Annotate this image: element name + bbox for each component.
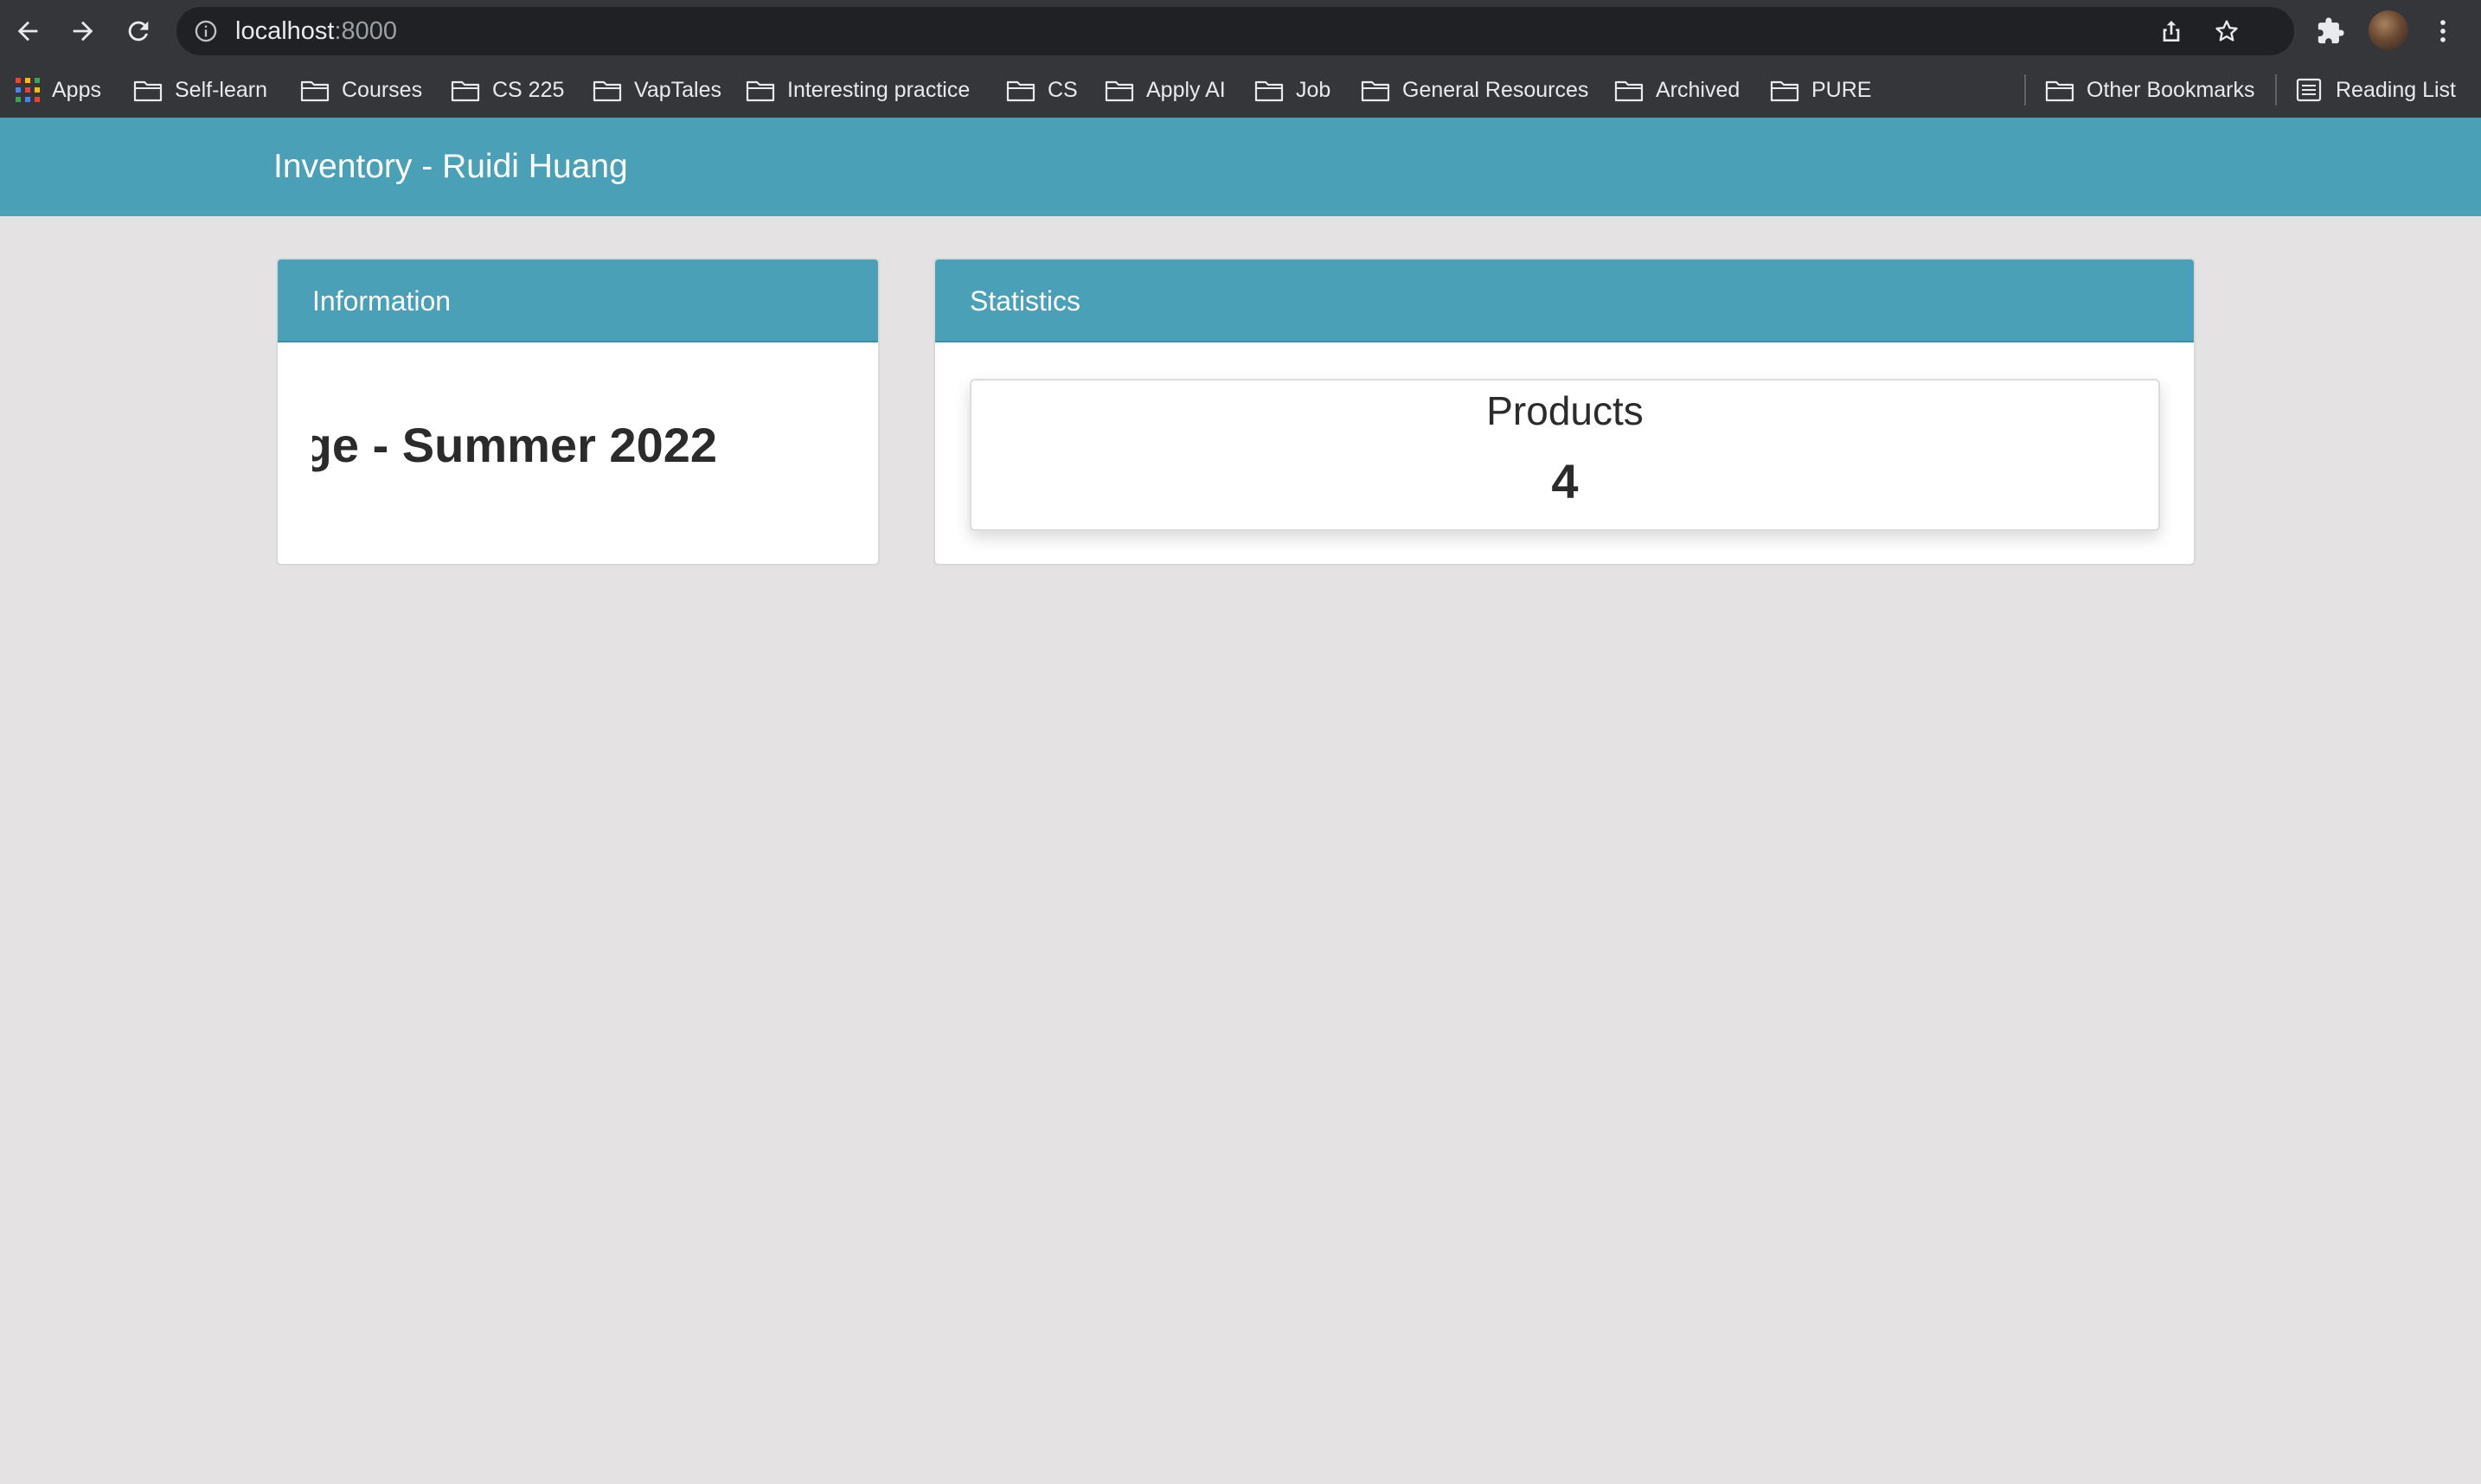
bookmark-folder[interactable]: Interesting practice bbox=[746, 62, 970, 118]
bookmark-label: Self-learn bbox=[175, 77, 267, 102]
more-vert-icon bbox=[2440, 20, 2446, 42]
bookmark-folder[interactable]: CS 225 bbox=[451, 62, 564, 118]
stat-tile-products: Products 4 bbox=[970, 379, 2160, 531]
bookmark-folder[interactable]: Job bbox=[1254, 62, 1330, 118]
card-body: Shopify Challenge - Summer 2022 bbox=[278, 342, 878, 564]
folder-icon bbox=[300, 80, 330, 102]
back-button[interactable] bbox=[7, 10, 48, 52]
reading-list-label: Reading List bbox=[2336, 77, 2456, 102]
bookmark-label: CS bbox=[1048, 77, 1078, 102]
bookmark-label: PURE bbox=[1811, 77, 1872, 102]
folder-icon bbox=[746, 80, 775, 102]
browser-toolbar: localhost:8000 bbox=[0, 0, 2481, 62]
folder-icon bbox=[1254, 80, 1284, 102]
other-bookmarks-label: Other Bookmarks bbox=[2087, 77, 2255, 102]
marquee-text: Shopify Challenge - Summer 2022 bbox=[312, 418, 717, 472]
arrow-right-icon bbox=[73, 21, 93, 42]
bookmark-label: Apply AI bbox=[1146, 77, 1226, 102]
bookmark-label: Apps bbox=[52, 77, 101, 102]
other-bookmarks[interactable]: Other Bookmarks bbox=[2045, 62, 2255, 118]
reload-icon bbox=[128, 21, 149, 42]
bookmark-folder[interactable]: CS bbox=[1006, 62, 1078, 118]
url-host: localhost bbox=[235, 17, 335, 45]
bookmarks-divider bbox=[2024, 74, 2026, 106]
card-title: Information bbox=[278, 259, 878, 342]
bookmark-folder[interactable]: Self-learn bbox=[133, 62, 267, 118]
url-text: localhost:8000 bbox=[235, 7, 397, 55]
folder-icon bbox=[133, 80, 163, 102]
folder-icon bbox=[1006, 80, 1035, 102]
reading-list-icon bbox=[2296, 78, 2322, 102]
reading-list[interactable]: Reading List bbox=[2294, 62, 2456, 118]
card-title: Statistics bbox=[935, 259, 2194, 342]
bookmarks-bar: Apps Self-learn Courses CS 225 VapTales … bbox=[0, 62, 2481, 118]
bookmark-folder[interactable]: Courses bbox=[300, 62, 422, 118]
forward-button[interactable] bbox=[62, 10, 104, 52]
app-brand[interactable]: Inventory - Ruidi Huang bbox=[273, 118, 628, 216]
folder-icon bbox=[451, 80, 480, 102]
folder-icon bbox=[1614, 80, 1644, 102]
folder-icon bbox=[2045, 80, 2074, 102]
bookmark-label: VapTales bbox=[634, 77, 721, 102]
apps-grid-icon bbox=[16, 78, 40, 102]
info-icon[interactable] bbox=[194, 19, 218, 43]
marquee-container: Shopify Challenge - Summer 2022 bbox=[312, 342, 849, 564]
folder-icon bbox=[593, 80, 622, 102]
bookmark-label: CS 225 bbox=[492, 77, 565, 102]
url-port: :8000 bbox=[334, 17, 398, 45]
address-bar[interactable]: localhost:8000 bbox=[176, 7, 2294, 55]
bookmark-label: General Resources bbox=[1402, 77, 1589, 102]
bookmark-label: Job bbox=[1296, 77, 1331, 102]
extensions-button[interactable] bbox=[2310, 10, 2351, 52]
folder-icon bbox=[1361, 80, 1390, 102]
bookmarks-divider bbox=[2275, 74, 2277, 106]
information-card: Information Shopify Challenge - Summer 2… bbox=[276, 258, 880, 566]
bookmark-folder[interactable]: VapTales bbox=[593, 62, 721, 118]
bookmark-apps[interactable]: Apps bbox=[16, 62, 101, 118]
bookmark-label: Courses bbox=[342, 77, 423, 102]
menu-button[interactable] bbox=[2422, 10, 2464, 52]
bookmark-folder[interactable]: Archived bbox=[1614, 62, 1740, 118]
bookmark-folder[interactable]: General Resources bbox=[1361, 62, 1588, 118]
stat-label: Products bbox=[1486, 388, 1644, 433]
star-icon[interactable] bbox=[2213, 17, 2241, 45]
bookmark-folder[interactable]: Apply AI bbox=[1105, 62, 1226, 118]
profile-avatar[interactable] bbox=[2369, 10, 2408, 50]
bookmark-label: Interesting practice bbox=[787, 77, 971, 102]
stat-value: 4 bbox=[1551, 454, 1579, 509]
bookmark-folder[interactable]: PURE bbox=[1770, 62, 1871, 118]
puzzle-icon bbox=[2318, 17, 2344, 44]
arrow-left-icon bbox=[17, 21, 38, 42]
bookmark-label: Archived bbox=[1656, 77, 1741, 102]
folder-icon bbox=[1105, 80, 1134, 102]
share-icon[interactable] bbox=[2157, 17, 2185, 45]
app-navbar: Inventory - Ruidi Huang bbox=[0, 118, 2481, 216]
reload-button[interactable] bbox=[118, 10, 159, 52]
folder-icon bbox=[1770, 80, 1799, 102]
statistics-card: Statistics Products 4 bbox=[933, 258, 2196, 566]
